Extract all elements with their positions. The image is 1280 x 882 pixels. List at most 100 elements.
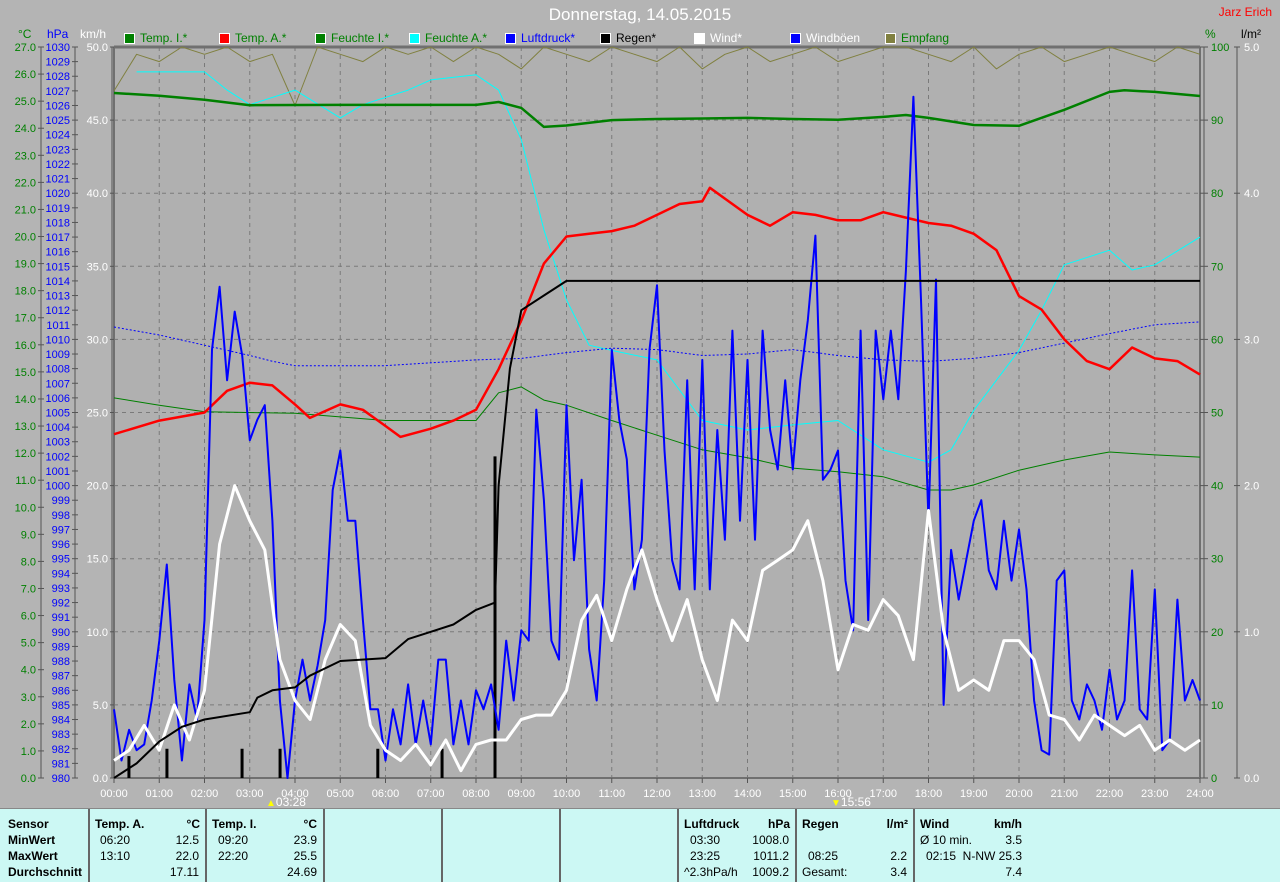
pressure-tick-label: 1000 — [46, 481, 70, 493]
rain-tick-label: 1.0 — [1244, 627, 1259, 639]
pressure-tick-label: 980 — [52, 773, 70, 785]
rain-tick-label: 5.0 — [1244, 42, 1259, 54]
pressure-tick-label: 1004 — [46, 422, 70, 434]
wind-max: N-NW 25.3 — [962, 849, 1022, 863]
temp-tick-label: 18.0 — [15, 286, 36, 298]
pressure-tick-label: 1006 — [46, 393, 70, 405]
wind-tick-label: 5.0 — [93, 700, 108, 712]
rain-title: Regen — [802, 817, 839, 831]
temp-tick-label: 14.0 — [15, 394, 36, 406]
rain-max: 2.2 — [890, 849, 907, 863]
legend-label: Feuchte I.* — [331, 31, 390, 45]
rain-tick-label: 0.0 — [1244, 773, 1259, 785]
wind-unit: km/h — [80, 27, 107, 41]
divider — [795, 809, 797, 882]
pressure-tick-label: 990 — [52, 627, 70, 639]
statistics-panel: Sensor MinWert MaxWert Durchschnitt Temp… — [0, 808, 1280, 882]
pressure-tick-label: 1024 — [46, 130, 70, 142]
pressure-tick-label: 997 — [52, 524, 70, 536]
pressure-tick-label: 1027 — [46, 86, 70, 98]
pressure-tick-label: 1029 — [46, 57, 70, 69]
temp-tick-label: 23.0 — [15, 150, 36, 162]
temp-a-min-time: 06:20 — [100, 833, 131, 847]
wind-mean: 7.4 — [1005, 865, 1022, 879]
pressure-tick-label: 994 — [52, 568, 70, 580]
humidity-tick-label: 80 — [1211, 188, 1223, 200]
legend-swatch — [315, 32, 326, 44]
pressure-tick-label: 999 — [52, 495, 70, 507]
pressure-tick-label: 1016 — [46, 247, 70, 259]
pressure-tick-label: 1025 — [46, 115, 70, 127]
humidity-tick-label: 50 — [1211, 408, 1223, 420]
legend-item: Temp. A.* — [219, 31, 286, 45]
pressure-tick-label: 1001 — [46, 466, 70, 478]
wind-tick-label: 25.0 — [87, 408, 108, 420]
temp-tick-label: 11.0 — [15, 475, 36, 487]
pressure-tick-label: 1013 — [46, 291, 70, 303]
legend-item: Windböen — [790, 31, 860, 45]
pressure-tick-label: 1002 — [46, 451, 70, 463]
temp-tick-label: 24.0 — [15, 123, 36, 135]
legend-label: Windböen — [806, 31, 861, 45]
temp-tick-label: 10.0 — [15, 502, 36, 514]
row-label-min: MinWert — [8, 833, 56, 847]
pressure-tick-label: 1030 — [46, 42, 70, 54]
sunrise-time: 03:28 — [275, 795, 306, 809]
author-name: Jarz Erich — [1218, 5, 1272, 19]
pressure-min: 1008.0 — [752, 833, 789, 847]
x-tick-label: 00:00 — [100, 788, 128, 800]
legend-label: Regen* — [616, 31, 657, 45]
chart-title: Donnerstag, 14.05.2015 — [548, 5, 732, 24]
pressure-title: Luftdruck — [684, 817, 740, 831]
x-tick-label: 24:00 — [1186, 788, 1214, 800]
row-label-avg: Durchschnitt — [8, 865, 83, 879]
legend-label: Luftdruck* — [521, 31, 576, 45]
wind-tick-label: 0.0 — [93, 773, 108, 785]
pressure-tick-label: 993 — [52, 583, 70, 595]
humidity-tick-label: 90 — [1211, 115, 1223, 127]
temp-unit: °C — [18, 27, 32, 41]
pressure-tick-label: 1014 — [46, 276, 70, 288]
temp-i-min: 23.9 — [293, 833, 317, 847]
pressure-tick-label: 1019 — [46, 203, 70, 215]
x-tick-label: 02:00 — [191, 788, 219, 800]
temp-a-unit: °C — [186, 817, 200, 831]
divider — [88, 809, 90, 882]
pressure-tick-label: 988 — [52, 656, 70, 668]
wind-unit-label: km/h — [993, 817, 1022, 831]
legend-item: Feuchte I.* — [315, 31, 389, 45]
divider — [559, 809, 561, 882]
temp-i-avg: 24.69 — [286, 865, 317, 879]
weather-chart: 00:00 01:00 02:00 03:00 04:00 05:00 06:00 07:00… — [15, 42, 1260, 800]
x-tick-label: 22:00 — [1096, 788, 1124, 800]
wind-avg: 3.5 — [1005, 833, 1022, 847]
x-tick-label: 06:00 — [372, 788, 400, 800]
pressure-tick-label: 982 — [52, 744, 70, 756]
pressure-tick-label: 1021 — [46, 174, 70, 186]
pressure-tick-label: 1017 — [46, 232, 70, 244]
rain-unit: l/m² — [1241, 27, 1261, 41]
wind-tick-label: 30.0 — [87, 334, 108, 346]
legend-label: Temp. I.* — [140, 31, 188, 45]
x-tick-label: 08:00 — [462, 788, 490, 800]
x-tick-label: 03:00 — [236, 788, 264, 800]
pressure-tick-label: 989 — [52, 641, 70, 653]
pressure-tick-label: 1007 — [46, 378, 70, 390]
pressure-tick-label: 1022 — [46, 159, 70, 171]
legend-item: Empfang — [885, 31, 949, 45]
legend-swatch — [409, 32, 420, 44]
pressure-tick-label: 1008 — [46, 364, 70, 376]
humidity-tick-label: 40 — [1211, 481, 1223, 493]
rain-tick-label: 4.0 — [1244, 188, 1259, 200]
legend-item: Feuchte A.* — [409, 31, 487, 45]
wind-tick-label: 50.0 — [87, 42, 108, 54]
legend-swatch — [790, 32, 801, 44]
pressure-tick-label: 1026 — [46, 100, 70, 112]
rain-unit-label: l/m² — [886, 817, 908, 831]
pressure-tick-label: 984 — [52, 715, 70, 727]
temp-tick-label: 21.0 — [15, 204, 36, 216]
humidity-tick-label: 0 — [1211, 773, 1217, 785]
x-tick-label: 05:00 — [326, 788, 354, 800]
humidity-tick-label: 100 — [1211, 42, 1229, 54]
wind-tick-label: 20.0 — [87, 481, 108, 493]
